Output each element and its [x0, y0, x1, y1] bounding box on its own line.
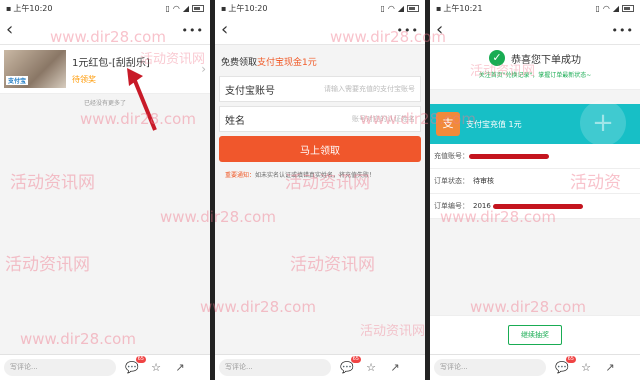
notification-icon: ▪ [6, 3, 12, 13]
more-options-icon[interactable]: ••• [182, 24, 204, 37]
plus-icon: + [580, 100, 626, 146]
more-options-icon[interactable]: ••• [397, 24, 419, 37]
vibrate-icon: ▯ [380, 3, 385, 13]
row-label: 充值账号： [434, 152, 469, 160]
promo-text: 免费领取支付宝现金1元 [215, 45, 425, 76]
battery-icon [622, 4, 634, 12]
success-header: ✓ 恭喜您下单成功 关注首页"兑换记录"，掌握订单最新状态~ [430, 45, 640, 90]
bottom-bar: 写评论... 💬 65 ☆ ↗ [215, 354, 425, 380]
back-icon[interactable]: ‹ [6, 21, 13, 39]
status-bar: ▪ 上午10:21 ▯ ◠ ◢ [430, 0, 640, 16]
prize-item[interactable]: 支付宝 1元红包-[刮刮乐] 待领奖 › [0, 45, 210, 94]
thumb-label: 支付宝 [6, 76, 29, 85]
phone-screen-2: ▪ 上午10:20 ▯ ◠ ◢ ‹ ••• 免费领取支付宝现金1元 支付宝账号 … [215, 0, 425, 380]
bottom-bar: 写评论... 💬 65 ☆ ↗ [0, 354, 210, 380]
success-title: 恭喜您下单成功 [511, 54, 581, 66]
alipay-account-input[interactable]: 请输入需要充值的支付宝账号 [277, 84, 415, 94]
info-row-status: 订单状态： 待审核 [430, 169, 640, 194]
battery-icon [407, 4, 419, 12]
wifi-icon: ◠ [172, 3, 180, 13]
nav-bar: ‹ ••• [215, 16, 425, 45]
promo-prefix: 免费领取 [221, 58, 258, 68]
comments-icon[interactable]: 💬 65 [554, 355, 576, 376]
status-bar: ▪ 上午10:20 ▯ ◠ ◢ [215, 0, 425, 16]
name-field[interactable]: 姓名 账号对应的认证姓名 [219, 106, 421, 132]
notice-title: 重要通知： [225, 172, 256, 179]
alipay-icon: 支 [436, 112, 460, 136]
row-value: 2016 [473, 202, 491, 210]
card-text: 支付宝充值 1元 [466, 119, 522, 129]
no-more-text: 已经没有更多了 [83, 100, 126, 107]
red-arrow-annotation [127, 68, 157, 131]
clock: 上午10:21 [443, 3, 483, 13]
name-input[interactable]: 账号对应的认证姓名 [277, 114, 415, 124]
comments-icon[interactable]: 💬 65 [339, 355, 361, 376]
comment-badge: 65 [135, 355, 146, 363]
comment-input[interactable]: 写评论... [4, 359, 116, 376]
signal-icon: ◢ [182, 3, 189, 13]
comment-input[interactable]: 写评论... [219, 359, 331, 376]
comment-badge: 65 [350, 355, 361, 363]
success-subtitle: 关注首页"兑换记录"，掌握订单最新状态~ [478, 72, 592, 79]
row-label: 订单编号： [434, 202, 469, 210]
comment-input[interactable]: 写评论... [434, 359, 546, 376]
check-icon: ✓ [489, 50, 505, 66]
wifi-icon: ◠ [602, 3, 610, 13]
alipay-account-field[interactable]: 支付宝账号 请输入需要充值的支付宝账号 [219, 76, 421, 102]
order-card: 支 支付宝充值 1元 + [430, 100, 640, 146]
notice: 重要通知：如未实名认证或填错真实姓名，将充值失败！ [215, 162, 425, 187]
phone-screen-3: ▪ 上午10:21 ▯ ◠ ◢ ‹ ••• ✓ 恭喜您下单成功 关注首页"兑换记… [430, 0, 640, 380]
promo-highlight: 支付宝现金1元 [257, 58, 317, 68]
row-label: 订单状态： [434, 177, 469, 185]
notification-icon: ▪ [436, 3, 442, 13]
continue-draw-button[interactable]: 继续抽奖 [508, 325, 562, 345]
signal-icon: ◢ [612, 3, 619, 13]
clock: 上午10:20 [13, 3, 53, 13]
comment-badge: 65 [565, 355, 576, 363]
more-options-icon[interactable]: ••• [612, 24, 634, 37]
nav-bar: ‹ ••• [0, 16, 210, 45]
footer-action: 继续抽奖 [430, 315, 640, 354]
comments-icon[interactable]: 💬 65 [124, 355, 146, 376]
notice-text: 如未实名认证或填错真实姓名，将充值失败！ [255, 172, 376, 179]
back-icon[interactable]: ‹ [436, 21, 443, 39]
field-label: 支付宝账号 [225, 85, 275, 97]
status-right: ▯ ◠ ◢ [595, 4, 634, 13]
nav-bar: ‹ ••• [430, 16, 640, 45]
chevron-right-icon: › [201, 62, 206, 76]
back-icon[interactable]: ‹ [221, 21, 228, 39]
prize-thumbnail: 支付宝 [4, 50, 66, 88]
info-row-order: 订单编号： 2016 [430, 194, 640, 219]
wifi-icon: ◠ [387, 3, 395, 13]
status-right: ▯ ◠ ◢ [380, 4, 419, 13]
status-bar: ▪ 上午10:20 ▯ ◠ ◢ [0, 0, 210, 16]
info-row-account: 充值账号： [430, 144, 640, 169]
signal-icon: ◢ [397, 3, 404, 13]
share-icon[interactable]: ↗ [602, 360, 618, 376]
bottom-bar: 写评论... 💬 65 ☆ ↗ [430, 354, 640, 380]
status-left: ▪ 上午10:20 [221, 3, 267, 14]
status-left: ▪ 上午10:21 [436, 3, 482, 14]
success-row: ✓ 恭喜您下单成功 [430, 45, 640, 66]
phone-screen-1: ▪ 上午10:20 ▯ ◠ ◢ ‹ ••• 支付宝 1元红包-[刮刮乐] 待领奖… [0, 0, 210, 380]
star-icon[interactable]: ☆ [363, 360, 379, 376]
battery-icon [192, 4, 204, 12]
row-value: 待审核 [473, 177, 494, 185]
status-left: ▪ 上午10:20 [6, 3, 52, 14]
vibrate-icon: ▯ [165, 3, 170, 13]
clock: 上午10:20 [228, 3, 268, 13]
share-icon[interactable]: ↗ [172, 360, 188, 376]
redacted-mark [492, 203, 583, 209]
claim-button[interactable]: 马上领取 [219, 136, 421, 162]
status-right: ▯ ◠ ◢ [165, 4, 204, 13]
field-label: 姓名 [225, 115, 245, 127]
star-icon[interactable]: ☆ [578, 360, 594, 376]
redacted-mark [469, 153, 549, 159]
star-icon[interactable]: ☆ [148, 360, 164, 376]
notification-icon: ▪ [221, 3, 227, 13]
vibrate-icon: ▯ [595, 3, 600, 13]
share-icon[interactable]: ↗ [387, 360, 403, 376]
